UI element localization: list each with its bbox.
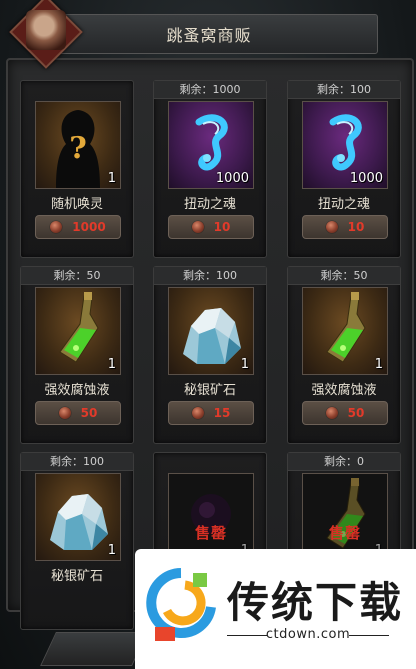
buy-price-button[interactable]: 10 xyxy=(168,215,254,239)
item-quantity: 1 xyxy=(107,171,116,186)
buy-price-button[interactable]: 15 xyxy=(168,401,254,425)
watermark-banner: 传统下载 ctdown.com xyxy=(135,549,416,669)
currency-coin-icon xyxy=(58,407,71,419)
sold-out-label: 售罄 xyxy=(328,524,361,542)
shop-item-card[interactable]: ? 1 随机唤灵 1000 xyxy=(20,80,134,258)
shop-item-card[interactable]: 剩余：100 1000 扭动之魂 10 xyxy=(287,80,401,258)
remaining-stock: 剩余：0 xyxy=(288,453,400,471)
shop-item-card[interactable]: 剩余：50 1 强效腐蚀液 50 xyxy=(287,266,401,444)
price-value: 50 xyxy=(347,406,365,420)
price-value: 15 xyxy=(213,406,231,420)
item-icon-frame: ? 1 xyxy=(35,101,121,189)
item-name: 强效腐蚀液 xyxy=(44,383,110,398)
item-name: 强效腐蚀液 xyxy=(311,383,377,398)
back-button[interactable] xyxy=(40,632,148,666)
item-quantity: 1 xyxy=(107,357,116,372)
price-value: 10 xyxy=(213,220,231,234)
shop-item-card[interactable]: 剩余：1000 1000 扭动之魂 10 xyxy=(153,80,267,258)
sold-out-label: 售罄 xyxy=(194,524,227,542)
ctdown-logo-icon xyxy=(146,568,216,641)
item-quantity: 1 xyxy=(374,357,383,372)
item-name: 秘银矿石 xyxy=(183,383,236,398)
currency-coin-icon xyxy=(191,221,204,233)
item-icon-frame: 1售罄 xyxy=(168,473,254,561)
item-icon-frame: 1 xyxy=(302,287,388,375)
currency-coin-icon xyxy=(325,221,338,233)
buy-price-button[interactable]: 10 xyxy=(302,215,388,239)
svg-text:?: ? xyxy=(69,131,87,166)
remaining-stock: 剩余：100 xyxy=(288,81,400,99)
shop-title: 跳蚤窝商贩 xyxy=(166,26,252,45)
item-name: 秘银矿石 xyxy=(50,569,103,584)
watermark-title: 传统下载 xyxy=(227,578,404,627)
remaining-stock: 剩余：1000 xyxy=(154,81,266,99)
item-icon-frame: 1000 xyxy=(168,101,254,189)
price-value: 50 xyxy=(80,406,98,420)
currency-coin-icon xyxy=(191,407,204,419)
item-icon-frame: 1 xyxy=(35,287,121,375)
item-quantity: 1 xyxy=(107,543,116,558)
item-quantity: 1 xyxy=(240,357,249,372)
price-value: 10 xyxy=(347,220,365,234)
remaining-stock: 剩余：100 xyxy=(154,267,266,285)
buy-price-button[interactable]: 1000 xyxy=(35,215,121,239)
item-icon-frame: 1 xyxy=(168,287,254,375)
item-name: 扭动之魂 xyxy=(317,197,370,212)
item-icon-frame: 1000 xyxy=(302,101,388,189)
buy-price-button[interactable]: 50 xyxy=(35,401,121,425)
shop-title-bar: 跳蚤窝商贩 xyxy=(40,14,378,54)
item-name: 扭动之魂 xyxy=(183,197,236,212)
item-name: 随机唤灵 xyxy=(50,197,103,212)
watermark-rule-right xyxy=(349,635,389,636)
item-icon-frame: 1售罄 xyxy=(302,473,388,561)
remaining-stock: 剩余：100 xyxy=(21,453,133,471)
currency-coin-icon xyxy=(325,407,338,419)
merchant-avatar[interactable] xyxy=(26,10,66,50)
item-icon-frame: 1 xyxy=(35,473,121,561)
item-quantity: 1000 xyxy=(215,171,249,186)
remaining-stock: 剩余：50 xyxy=(288,267,400,285)
shop-item-card[interactable]: 剩余：100 1 秘银矿石 15 xyxy=(153,266,267,444)
item-quantity: 1000 xyxy=(349,171,383,186)
price-value: 1000 xyxy=(72,220,106,234)
remaining-stock: 剩余：50 xyxy=(21,267,133,285)
currency-coin-icon xyxy=(50,221,63,233)
buy-price-button[interactable]: 50 xyxy=(302,401,388,425)
shop-item-card[interactable]: 剩余：50 1 强效腐蚀液 50 xyxy=(20,266,134,444)
shop-item-card[interactable]: 剩余：100 1 秘银矿石 xyxy=(20,452,134,630)
